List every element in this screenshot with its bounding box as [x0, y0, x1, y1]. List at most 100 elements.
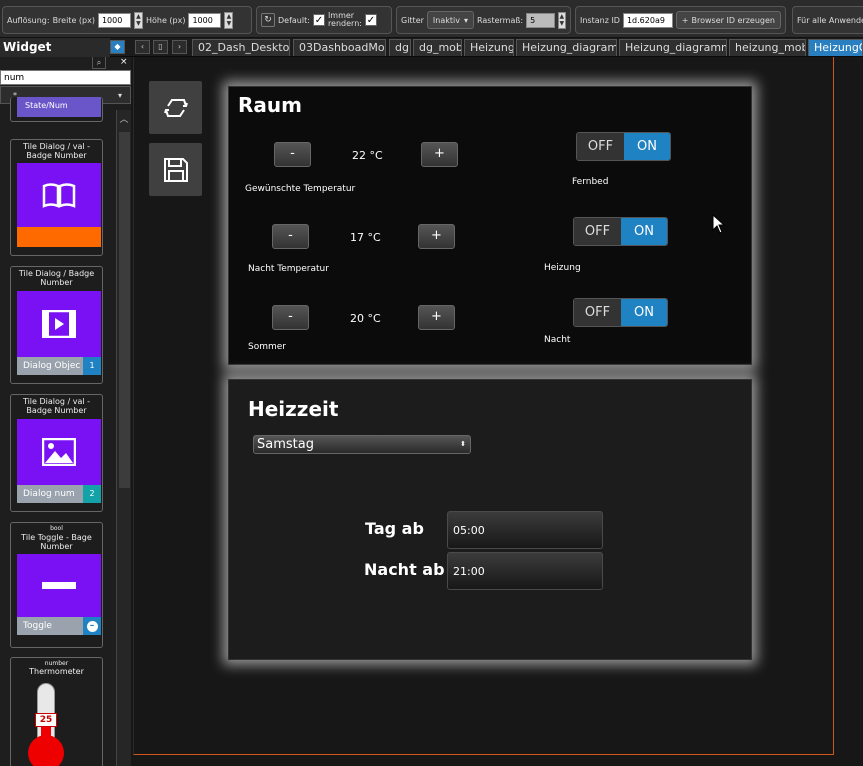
raster-input[interactable]: 5: [526, 12, 555, 28]
temp-desired-minus-button[interactable]: -: [274, 142, 311, 167]
tab-heizung[interactable]: Heizung: [464, 39, 514, 56]
nacht-toggle[interactable]: OFF ON: [573, 298, 668, 327]
width-input[interactable]: 1000: [97, 12, 131, 28]
tab-heizung-diagramm[interactable]: Heizung_diagramm: [516, 39, 617, 56]
nacht-off[interactable]: OFF: [574, 299, 621, 326]
temp-night-plus-button[interactable]: +: [418, 224, 455, 249]
temp-night-value: 17 °C: [350, 231, 381, 244]
grid-dropdown[interactable]: Inaktiv ▾: [426, 11, 474, 29]
card-footer-label: Dialog Objec: [23, 361, 81, 371]
tab-heizung-diagramm2[interactable]: Heizung_diagramm2: [619, 39, 727, 56]
grid-group: Gitter Inaktiv ▾ Rastermaß: 5 ▲ ▼: [396, 6, 571, 34]
widget-panel-title: Widget einfügen: [0, 38, 110, 73]
browser-id-button[interactable]: + Browser ID erzeugen: [675, 11, 781, 29]
heizung-label: Heizung: [544, 263, 581, 273]
fernbed-off[interactable]: OFF: [577, 133, 624, 160]
widget-card[interactable]: Tile Dialog / val - Badge Number Dialog …: [10, 394, 103, 512]
select-arrows-icon: ⬍: [460, 440, 466, 448]
card-subtitle: bool: [50, 525, 63, 532]
default-label: Default:: [278, 15, 310, 25]
nacht-ab-label: Nacht ab: [364, 560, 445, 579]
chevron-up-icon[interactable]: ︿: [117, 112, 131, 125]
card-badge: –: [83, 617, 101, 635]
save-button[interactable]: [149, 143, 202, 196]
grid-label: Gitter: [401, 15, 424, 25]
instance-label: Instanz ID: [580, 15, 620, 25]
default-checkbox[interactable]: ✓: [312, 14, 325, 26]
day-select[interactable]: Samstag ⬍: [253, 435, 471, 454]
tab-prev-button[interactable]: ‹: [135, 40, 150, 54]
fernbed-label: Fernbed: [572, 177, 609, 187]
tag-ab-input[interactable]: 05:00: [447, 511, 603, 549]
sync-button[interactable]: [149, 81, 202, 134]
search-icon[interactable]: ⌕: [92, 57, 106, 69]
sidebar-scrollbar-thumb[interactable]: [119, 132, 130, 488]
widget-card[interactable]: Tile Dialog / Badge Number Dialog Objec 1: [10, 266, 103, 384]
trash-icon[interactable]: ▯: [153, 40, 168, 54]
tab-dg[interactable]: dg: [389, 39, 411, 56]
widget-card[interactable]: bool Tile Toggle - Bage Number Toggle –: [10, 522, 103, 648]
resolution-group: Auflösung: Breite (px) 1000 ▲ ▼ Höhe (px)…: [2, 6, 252, 34]
mouse-cursor-icon: [712, 214, 726, 234]
raster-label: Rastermaß:: [476, 15, 524, 25]
heizung-off[interactable]: OFF: [574, 218, 621, 245]
fernbed-toggle[interactable]: OFF ON: [576, 132, 671, 161]
tab-bar: Widget einfügen ◆ ‹ ▯ › 02_Dash_Desktop …: [0, 38, 863, 73]
always-render-label: Immer rendern:: [327, 11, 362, 28]
card-tile: [17, 554, 101, 617]
caret-down-icon: ▾: [117, 91, 122, 100]
widget-card[interactable]: Tile Dialog / val - Badge Number: [10, 139, 103, 256]
plus-icon: +: [681, 15, 689, 25]
video-icon: [42, 310, 76, 338]
card-tile: [17, 291, 101, 357]
tab-heizung-mob[interactable]: heizung_mob: [729, 39, 806, 56]
temp-summer-label: Sommer: [248, 342, 286, 352]
pin-icon[interactable]: ◆: [110, 40, 125, 54]
tab-heizungop[interactable]: HeizungOp: [808, 39, 863, 56]
heizung-on[interactable]: ON: [620, 218, 667, 245]
card-footer: [17, 227, 101, 247]
nacht-ab-input[interactable]: 21:00: [447, 552, 603, 590]
temp-night-minus-button[interactable]: -: [272, 224, 309, 249]
tab-03dashboadmob[interactable]: 03DashboadMob: [293, 39, 386, 56]
card-footer-label: Dialog num: [23, 489, 75, 499]
fernbed-on[interactable]: ON: [623, 133, 670, 160]
widget-sidebar: ⌕ × num * ▾ State/Num Tile Dialog / val -…: [0, 57, 131, 766]
widget-search-input[interactable]: num: [0, 70, 131, 85]
nacht-on[interactable]: ON: [620, 299, 667, 326]
instance-group: Instanz ID 1d.620a9 + Browser ID erzeugen: [575, 6, 786, 34]
height-label: Höhe (px): [145, 15, 186, 25]
card-title: Tile Toggle - Bage Number: [21, 533, 92, 551]
card-title: Tile Dialog / val - Badge Number: [22, 397, 91, 415]
instance-input[interactable]: 1d.620a9: [622, 12, 673, 28]
sync-icon: [163, 98, 188, 117]
temp-summer-value: 20 °C: [350, 312, 381, 325]
refresh-icon[interactable]: ↻: [261, 13, 275, 27]
heizung-toggle[interactable]: OFF ON: [573, 217, 668, 246]
height-spinner[interactable]: ▲ ▼: [224, 11, 234, 29]
day-select-value: Samstag: [257, 437, 314, 452]
tag-ab-label: Tag ab: [365, 519, 424, 538]
nacht-label: Nacht: [544, 335, 571, 345]
all-users-label: Für alle Anwender: [797, 15, 863, 25]
raster-spinner[interactable]: ▲ ▼: [557, 11, 566, 29]
temp-desired-plus-button[interactable]: +: [421, 142, 458, 167]
widget-card[interactable]: number Thermometer 25: [10, 657, 103, 766]
tab-02-dash-desktop[interactable]: 02_Dash_Desktop: [192, 39, 290, 56]
temp-summer-plus-button[interactable]: +: [418, 305, 455, 330]
height-input[interactable]: 1000: [188, 12, 222, 28]
card-footer: Dialog Objec 1: [17, 357, 101, 375]
sidebar-scrollbar[interactable]: ︿: [116, 110, 131, 766]
tab-dg-mob[interactable]: dg_mob: [413, 39, 462, 56]
always-render-checkbox[interactable]: ✓: [364, 14, 377, 26]
close-icon[interactable]: ×: [120, 57, 128, 67]
temp-summer-minus-button[interactable]: -: [272, 305, 309, 330]
widget-card[interactable]: State/Num: [10, 97, 103, 122]
card-badge: 2: [83, 485, 101, 503]
card-tile: [17, 163, 101, 227]
card-footer: State/Num: [17, 97, 101, 117]
tab-next-button[interactable]: ›: [172, 40, 187, 54]
minus-circle-icon: –: [86, 621, 98, 632]
width-spinner[interactable]: ▲ ▼: [133, 11, 143, 29]
card-title: Tile Dialog / val - Badge Number: [22, 142, 91, 160]
